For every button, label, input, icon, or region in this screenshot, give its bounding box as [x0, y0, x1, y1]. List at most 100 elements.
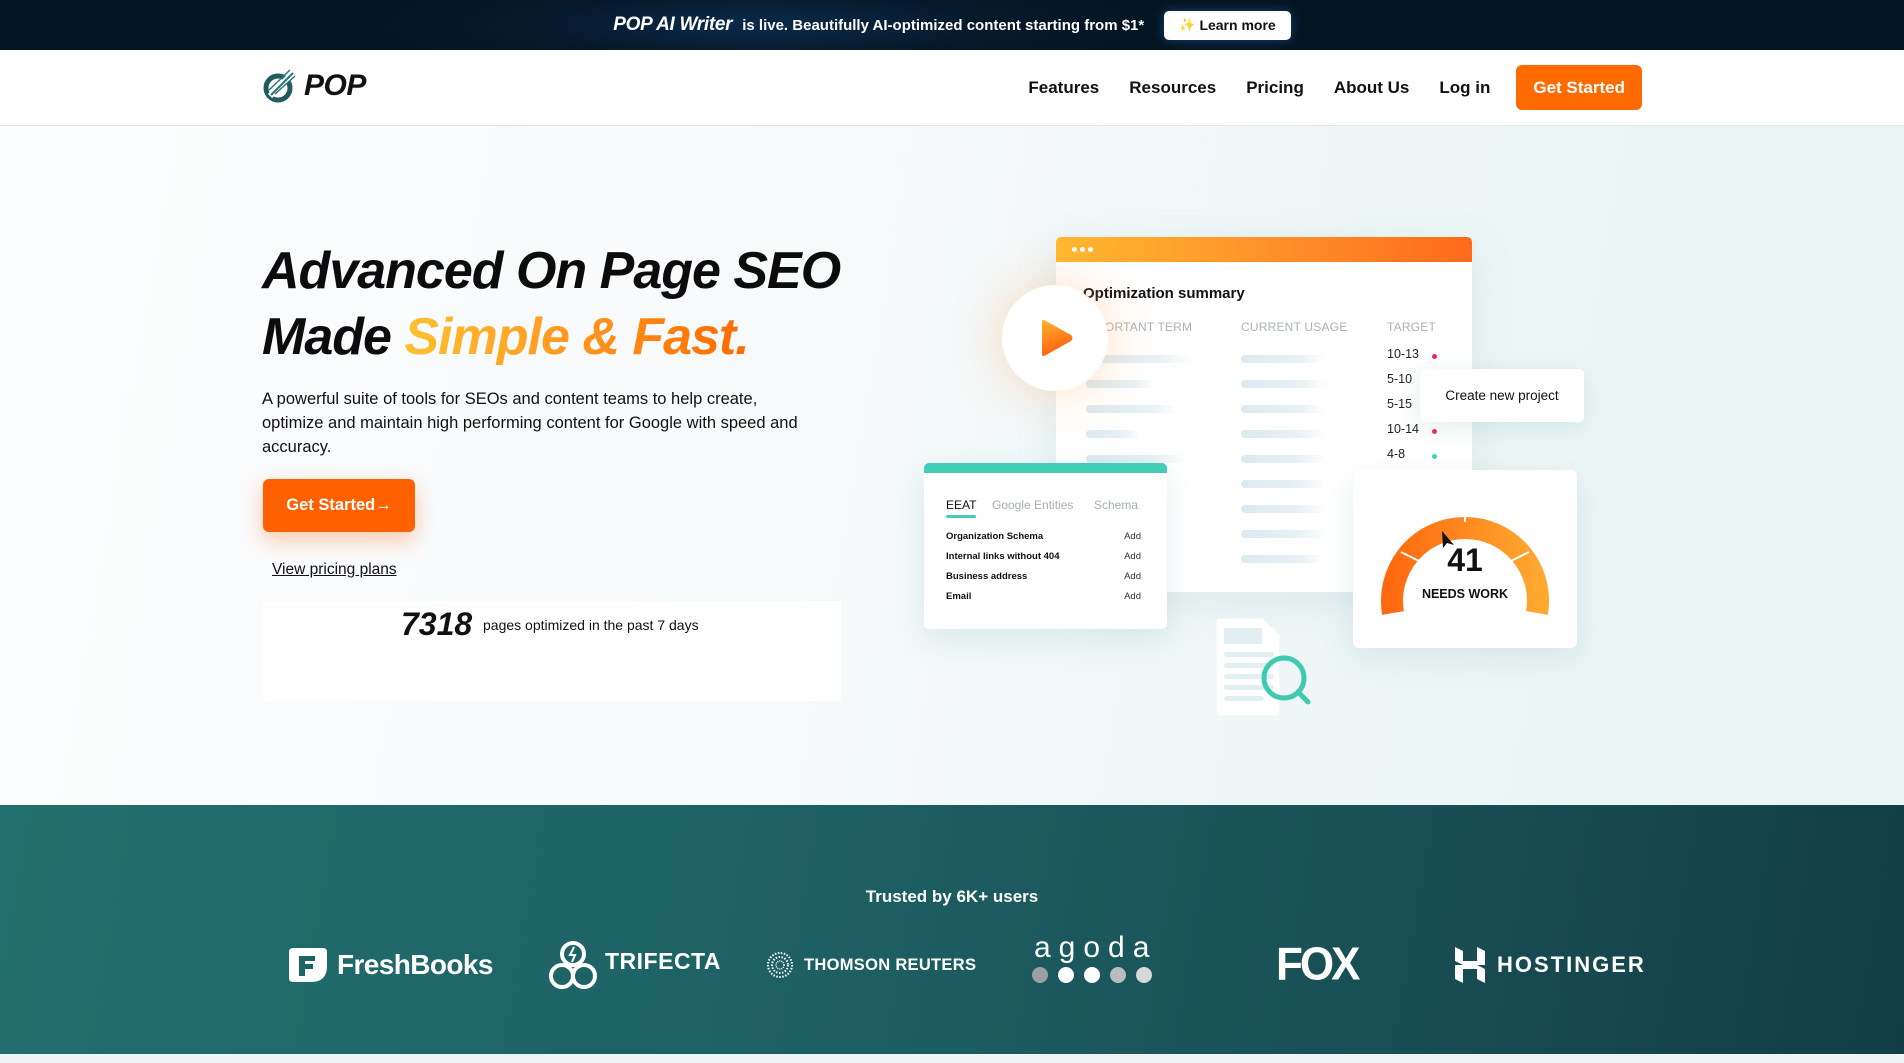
- logo-thomson-reuters: THOMSON REUTERS: [766, 940, 976, 990]
- pop-logo-icon: [263, 69, 297, 103]
- sparkles-icon: ✨: [1179, 17, 1196, 32]
- eeat-card-accent: [924, 463, 1167, 473]
- hero-get-started-button[interactable]: Get Started →: [263, 479, 415, 532]
- usage-placeholder: [1241, 480, 1326, 488]
- nav-link-login[interactable]: Log in: [1439, 78, 1490, 98]
- trifecta-icon: [549, 941, 597, 989]
- hero-section: Advanced On Page SEO Made Simple & Fast.…: [0, 126, 1904, 805]
- score-label: NEEDS WORK: [1421, 587, 1509, 601]
- summary-title: Optimization summary: [1083, 285, 1245, 302]
- nav-link-features[interactable]: Features: [1028, 78, 1099, 98]
- hero-cta-label: Get Started: [286, 496, 376, 514]
- nav-link-resources[interactable]: Resources: [1129, 78, 1216, 98]
- logo-agoda: agoda: [1026, 933, 1157, 993]
- view-pricing-link[interactable]: View pricing plans: [272, 561, 397, 579]
- trusted-heading: Trusted by 6K+ users: [865, 887, 1039, 906]
- eeat-row-label: Organization Schema: [946, 531, 1044, 542]
- usage-placeholder: [1241, 355, 1326, 363]
- learn-more-button[interactable]: ✨ Learn more: [1164, 10, 1291, 40]
- usage-placeholder: [1241, 505, 1326, 513]
- arrow-right-icon: →: [375, 496, 392, 514]
- usage-placeholder: [1241, 430, 1326, 438]
- score-gauge-card: 41 NEEDS WORK: [1353, 470, 1577, 648]
- play-video-button[interactable]: [1002, 285, 1108, 391]
- tab-schema[interactable]: Schema: [1094, 498, 1138, 512]
- target-value: 10-13: [1387, 347, 1419, 361]
- usage-placeholder: [1241, 555, 1326, 563]
- agoda-dot: [1031, 967, 1048, 983]
- eeat-row-label: Email: [946, 591, 972, 602]
- agoda-dot: [1135, 967, 1152, 983]
- hero-title-line2: Made: [262, 308, 405, 366]
- target-value: 10-14: [1387, 422, 1419, 436]
- window-dot: [1072, 247, 1077, 252]
- logo-hostinger: HOSTINGER: [1453, 940, 1646, 990]
- logo-text: FreshBooks: [337, 949, 493, 980]
- eeat-add-button[interactable]: Add: [1124, 551, 1141, 562]
- create-new-project-button[interactable]: Create new project: [1420, 369, 1584, 422]
- nav-get-started-button[interactable]: Get Started: [1516, 65, 1642, 110]
- usage-placeholder: [1241, 380, 1326, 388]
- logo-trifecta: TRIFECTA: [547, 940, 721, 990]
- score-value: 41: [1447, 542, 1483, 578]
- window-dot: [1080, 247, 1085, 252]
- play-icon: [1042, 320, 1073, 356]
- eeat-add-button[interactable]: Add: [1124, 591, 1141, 602]
- freshbooks-icon: [289, 948, 327, 982]
- agoda-dot: [1083, 967, 1100, 983]
- term-placeholder: [1086, 455, 1186, 463]
- active-tab-underline: [946, 515, 976, 518]
- announcement-bar: POP AI Writer is live. Beautifully AI-op…: [0, 0, 1904, 50]
- logo-text: agoda: [1034, 931, 1158, 964]
- usage-placeholder: [1241, 455, 1326, 463]
- status-dot-red: [1432, 429, 1437, 434]
- nav-link-about-us[interactable]: About Us: [1334, 78, 1410, 98]
- window-dot: [1088, 247, 1093, 252]
- target-value: 4-8: [1387, 447, 1406, 461]
- tab-google-entities[interactable]: Google Entities: [992, 498, 1073, 512]
- eeat-row-label: Internal links without 404: [946, 551, 1060, 562]
- term-placeholder: [1086, 380, 1156, 388]
- status-dot-red: [1432, 354, 1437, 359]
- logo-text: HOSTINGER: [1497, 952, 1646, 977]
- learn-more-label: Learn more: [1199, 17, 1276, 33]
- logo[interactable]: POP: [262, 68, 366, 104]
- hero-title: Advanced On Page SEO Made Simple & Fast.: [262, 238, 841, 370]
- eeat-row-label: Business address: [946, 571, 1028, 582]
- usage-placeholder: [1241, 405, 1326, 413]
- trusted-by-section: Trusted by 6K+ users FreshBooks TRIFECTA…: [0, 805, 1904, 1054]
- logo-text: FOX: [1276, 938, 1360, 991]
- target-value: 5-15: [1387, 397, 1413, 411]
- usage-placeholder: [1241, 530, 1326, 538]
- stat-number: 7318: [401, 606, 473, 642]
- agoda-dot: [1109, 967, 1126, 983]
- pages-optimized-stat: 7318 pages optimized in the past 7 days: [263, 601, 841, 701]
- nav-link-pricing[interactable]: Pricing: [1246, 78, 1304, 98]
- logo-freshbooks: FreshBooks: [287, 940, 493, 990]
- term-placeholder: [1086, 405, 1178, 413]
- logo-text: POP: [304, 69, 366, 102]
- announcement-message: is live. Beautifully AI-optimized conten…: [742, 16, 1145, 34]
- column-current-usage: CURRENT USAGE: [1241, 320, 1348, 334]
- eeat-add-button[interactable]: Add: [1124, 571, 1141, 582]
- agoda-dots: [1027, 967, 1157, 983]
- stat-text: pages optimized in the past 7 days: [483, 617, 699, 633]
- navbar: POP Features Resources Pricing About Us …: [0, 50, 1904, 126]
- eeat-add-button[interactable]: Add: [1124, 531, 1141, 542]
- hero-description: A powerful suite of tools for SEOs and c…: [262, 390, 798, 456]
- next-section-edge: [0, 1054, 1904, 1063]
- window-bar: [1056, 237, 1472, 262]
- logo-fox: FOX: [1276, 938, 1360, 991]
- document-search-icon: [1215, 617, 1311, 717]
- hostinger-icon: [1455, 947, 1485, 983]
- target-value: 5-10: [1387, 372, 1413, 386]
- agoda-dot: [1057, 967, 1074, 983]
- hero-title-line1: Advanced On Page SEO: [262, 242, 841, 300]
- column-target: TARGET: [1387, 320, 1436, 334]
- status-dot-green: [1432, 454, 1437, 459]
- tab-eeat[interactable]: EEAT: [946, 498, 976, 512]
- term-placeholder: [1086, 430, 1141, 438]
- thomson-reuters-icon: [767, 952, 793, 978]
- nav-links: Features Resources Pricing About Us Log …: [1028, 65, 1642, 110]
- logo-text: TRIFECTA: [605, 947, 722, 974]
